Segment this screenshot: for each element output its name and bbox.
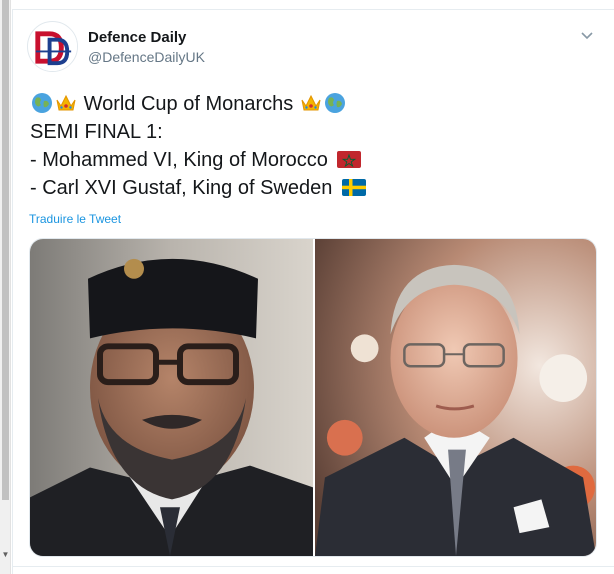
crown-icon: [55, 92, 77, 114]
contender-1-text: - Mohammed VI, King of Morocco: [30, 149, 328, 171]
tweet-media-grid: [29, 238, 597, 557]
tweet-divider: [12, 566, 614, 567]
photo-mohammed-vi[interactable]: [30, 239, 313, 556]
globe-icon: [324, 92, 346, 114]
tweet-header: Defence Daily @DefenceDailyUK: [27, 21, 597, 72]
photo-carl-xvi-gustaf[interactable]: [315, 239, 596, 556]
author-avatar[interactable]: [27, 21, 78, 72]
crown-icon: [300, 92, 322, 114]
tweet-line-contender-1: - Mohammed VI, King of Morocco: [30, 146, 590, 174]
author-handle[interactable]: @DefenceDailyUK: [88, 49, 205, 65]
scroll-down-arrow-icon[interactable]: ▼: [0, 550, 11, 560]
tweet-line-title: World Cup of Monarchs: [30, 90, 590, 118]
scrollbar-thumb[interactable]: [2, 0, 9, 500]
author-name[interactable]: Defence Daily: [88, 29, 186, 46]
sweden-flag-icon: [341, 176, 366, 196]
tweet-line-contender-2: - Carl XVI Gustaf, King of Sweden: [30, 174, 590, 202]
tweet-text: World Cup of Monarchs SEMI FINAL 1: - Mo…: [30, 90, 590, 202]
tweet-line-semi-final: SEMI FINAL 1:: [30, 121, 163, 143]
page-scrollbar[interactable]: ▼: [0, 0, 11, 574]
globe-icon: [31, 92, 53, 114]
tweet-title-text: World Cup of Monarchs: [83, 93, 294, 115]
translate-tweet-link[interactable]: Traduire le Tweet: [29, 212, 121, 226]
contender-2-text: - Carl XVI Gustaf, King of Sweden: [30, 177, 333, 199]
morocco-flag-icon: [337, 148, 362, 168]
tweet-card: Defence Daily @DefenceDailyUK World Cup …: [12, 9, 614, 574]
chevron-down-icon[interactable]: [579, 27, 595, 43]
